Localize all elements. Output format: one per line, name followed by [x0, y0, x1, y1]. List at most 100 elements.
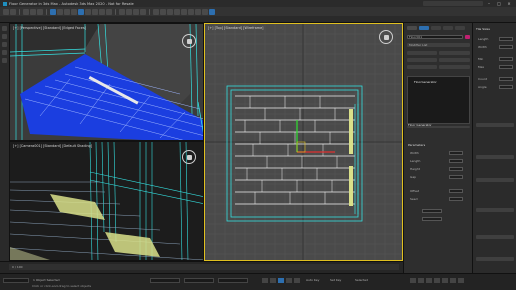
material-editor-icon[interactable] — [188, 8, 194, 15]
create-tab-icon[interactable] — [407, 26, 417, 30]
viewport-top[interactable]: [+] [Top] [Standard] [Wireframe] — [204, 23, 403, 261]
stack-item[interactable]: FloorGenerator — [414, 80, 437, 84]
render-icon[interactable] — [209, 8, 215, 15]
timeline-slider[interactable]: 0 / 100 — [9, 264, 399, 270]
unlink-icon[interactable] — [30, 8, 36, 15]
populate-icon[interactable] — [2, 58, 7, 63]
tile-spinner[interactable] — [499, 37, 513, 41]
reference-coordinate-icon[interactable] — [99, 8, 105, 15]
param-spinner[interactable] — [449, 167, 463, 171]
rectangular-selection-icon[interactable] — [64, 8, 70, 15]
auto-key-button[interactable]: Auto Key — [306, 278, 319, 282]
select-and-rotate-icon[interactable] — [85, 8, 91, 15]
render-frame-icon[interactable] — [202, 8, 208, 15]
go-to-start-icon[interactable] — [262, 278, 268, 283]
tile-spinner[interactable] — [499, 65, 513, 69]
tile-spinner[interactable] — [499, 85, 513, 89]
field-of-view-icon[interactable] — [434, 278, 440, 283]
param-spinner[interactable] — [449, 151, 463, 155]
select-and-scale-icon[interactable] — [92, 8, 98, 15]
angle-snap-icon[interactable] — [126, 8, 132, 15]
select-and-move-icon[interactable] — [78, 8, 84, 15]
param-spinner[interactable] — [422, 217, 442, 221]
viewport-label[interactable]: [+] [Perspective] [Standard] [Edged Face… — [13, 26, 86, 30]
link-icon[interactable] — [23, 8, 29, 15]
viewport-camera[interactable]: [+] [Camera001] [Standard] [Default Shad… — [9, 141, 204, 261]
next-frame-icon[interactable] — [286, 278, 292, 283]
select-by-name-icon[interactable] — [57, 8, 63, 15]
tile-spinner[interactable] — [499, 77, 513, 81]
snaps-toggle-icon[interactable] — [119, 8, 125, 15]
tile-spinner[interactable] — [499, 57, 513, 61]
modifier-button[interactable] — [439, 51, 470, 55]
redo-icon[interactable] — [10, 8, 16, 15]
modifier-button[interactable] — [407, 58, 437, 62]
param-spinner[interactable] — [449, 189, 463, 193]
z-coordinate-field[interactable] — [218, 278, 248, 283]
modifier-button[interactable] — [407, 51, 437, 55]
modifier-button[interactable] — [439, 58, 470, 62]
mirror-icon[interactable] — [153, 8, 159, 15]
rollout-floor-generator[interactable]: Floor Generator — [408, 123, 432, 127]
object-color-swatch[interactable] — [465, 35, 470, 39]
rollout-header[interactable] — [476, 178, 514, 182]
object-paint-icon[interactable] — [2, 50, 7, 55]
previous-frame-icon[interactable] — [270, 278, 276, 283]
hierarchy-tab-icon[interactable] — [431, 26, 441, 30]
selection-tool-icon[interactable] — [2, 42, 7, 47]
maximize-viewport-icon[interactable] — [458, 278, 464, 283]
maximize-button[interactable]: □ — [495, 1, 503, 6]
viewport-perspective[interactable]: [+] [Perspective] [Standard] [Edged Face… — [9, 23, 204, 141]
zoom-icon[interactable] — [410, 278, 416, 283]
modifier-button[interactable] — [407, 65, 437, 69]
display-tab-icon[interactable] — [455, 26, 465, 30]
rollout-header[interactable] — [476, 235, 514, 239]
search-input[interactable] — [423, 1, 483, 6]
layer-explorer-icon[interactable] — [167, 8, 173, 15]
minimize-button[interactable]: – — [485, 1, 493, 6]
curve-editor-icon[interactable] — [174, 8, 180, 15]
set-key-button[interactable]: Set Key — [330, 278, 341, 282]
x-coordinate-field[interactable] — [150, 278, 180, 283]
modeling-tool-icon[interactable] — [2, 26, 7, 31]
zoom-all-icon[interactable] — [418, 278, 424, 283]
close-button[interactable]: × — [505, 1, 513, 6]
undo-icon[interactable] — [3, 8, 9, 15]
rollout-header[interactable] — [476, 155, 514, 159]
param-spinner[interactable] — [449, 197, 463, 201]
rollout-parameters[interactable]: Parameters — [408, 143, 425, 147]
viewcube-icon[interactable] — [379, 30, 393, 44]
percent-snap-icon[interactable] — [133, 8, 139, 15]
key-filter-dropdown[interactable]: Selected — [355, 278, 368, 282]
viewcube-icon[interactable] — [182, 34, 196, 48]
align-icon[interactable] — [160, 8, 166, 15]
rollout-tile-sizes[interactable]: Tile Sizes — [476, 27, 490, 31]
play-icon[interactable] — [278, 278, 284, 283]
select-object-icon[interactable] — [50, 8, 56, 15]
rollout-header[interactable] — [476, 208, 514, 212]
spinner-snap-icon[interactable] — [140, 8, 146, 15]
viewcube-icon[interactable] — [182, 150, 196, 164]
pivot-point-icon[interactable] — [106, 8, 112, 15]
pan-view-icon[interactable] — [442, 278, 448, 283]
schematic-view-icon[interactable] — [181, 8, 187, 15]
modifier-button[interactable] — [439, 65, 470, 69]
param-spinner[interactable] — [422, 209, 442, 213]
viewport-label[interactable]: [+] [Camera001] [Standard] [Default Shad… — [13, 144, 92, 148]
modify-tab-icon[interactable] — [419, 26, 429, 30]
render-setup-icon[interactable] — [195, 8, 201, 15]
zoom-extents-icon[interactable] — [426, 278, 432, 283]
viewport-label[interactable]: [+] [Top] [Standard] [Wireframe] — [208, 26, 263, 30]
y-coordinate-field[interactable] — [184, 278, 214, 283]
window-crossing-icon[interactable] — [71, 8, 77, 15]
param-spinner[interactable] — [449, 175, 463, 179]
freeform-tool-icon[interactable] — [2, 34, 7, 39]
param-spinner[interactable] — [449, 159, 463, 163]
modifier-stack[interactable]: FloorGenerator — [407, 76, 470, 124]
tile-spinner[interactable] — [499, 45, 513, 49]
motion-tab-icon[interactable] — [443, 26, 453, 30]
go-to-end-icon[interactable] — [294, 278, 300, 283]
orbit-icon[interactable] — [450, 278, 456, 283]
rollout-header[interactable] — [476, 257, 514, 261]
bind-spacewarp-icon[interactable] — [37, 8, 43, 15]
